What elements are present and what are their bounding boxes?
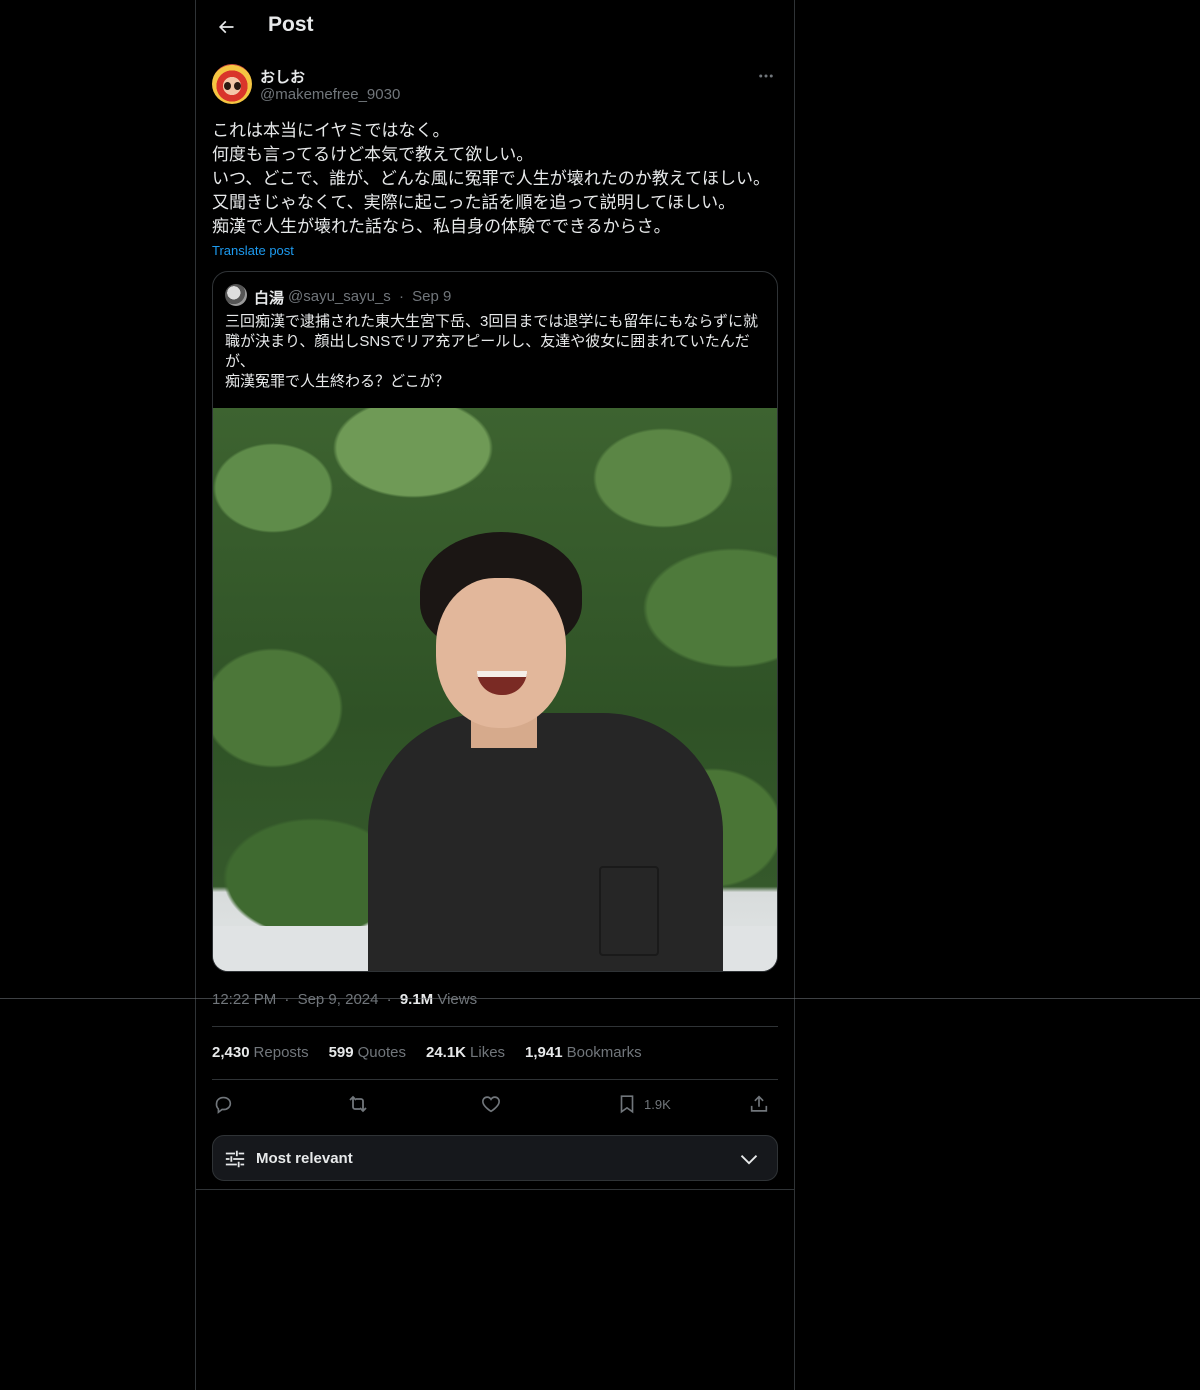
divider xyxy=(196,1189,794,1190)
post-meta: 12:22 PM · Sep 9, 2024 · 9.1M Views xyxy=(212,991,477,1008)
stat-label: Quotes xyxy=(357,1044,406,1061)
quoted-handle: @sayu_sayu_s xyxy=(288,288,391,305)
stat-label: Likes xyxy=(470,1044,506,1061)
reply-button[interactable] xyxy=(212,1090,234,1118)
reply-icon xyxy=(215,1096,232,1114)
share-icon xyxy=(750,1095,768,1112)
avatar[interactable] xyxy=(212,64,252,104)
stat-number: 1,941 xyxy=(525,1044,563,1061)
stat-label: Reposts xyxy=(253,1044,309,1061)
post-time[interactable]: 12:22 PM xyxy=(212,991,276,1008)
ellipsis-icon xyxy=(759,74,773,78)
stat-number: 599 xyxy=(328,1044,354,1061)
post-header: Post xyxy=(196,0,794,54)
quoted-display-name: 白湯 xyxy=(254,290,285,307)
avatar-eye xyxy=(234,82,241,90)
quoted-photo[interactable] xyxy=(213,408,777,971)
quoted-date: Sep 9 xyxy=(412,288,452,305)
more-options-button[interactable] xyxy=(754,64,778,88)
meta-separator: · xyxy=(284,991,290,1008)
repost-icon xyxy=(349,1095,367,1113)
arrow-left-icon xyxy=(218,20,234,34)
stat-label: Bookmarks xyxy=(566,1044,642,1061)
views-count: 9.1M xyxy=(399,991,434,1008)
quoted-avatar xyxy=(225,284,247,306)
stat-number: 24.1K xyxy=(425,1044,467,1061)
post-author: おしお @makemefree_9030 xyxy=(212,64,778,106)
quotes-stat[interactable]: 599 Quotes xyxy=(329,1044,406,1061)
action-bar: 1.9K xyxy=(212,1090,778,1118)
bookmarks-stat[interactable]: 1,941 Bookmarks xyxy=(525,1044,642,1061)
bookmark-icon xyxy=(620,1095,634,1114)
views-label: Views xyxy=(437,991,478,1008)
repost-button[interactable] xyxy=(346,1090,370,1118)
photo-shirt xyxy=(368,713,723,971)
reposts-stat[interactable]: 2,430 Reposts xyxy=(212,1044,309,1061)
like-button[interactable] xyxy=(480,1090,502,1118)
share-button[interactable] xyxy=(748,1090,770,1118)
translate-post-link[interactable]: Translate post xyxy=(212,243,294,258)
author-display-name[interactable]: おしお xyxy=(260,66,305,87)
divider xyxy=(212,1079,778,1080)
meta-separator: · xyxy=(386,991,392,1008)
quoted-post[interactable]: 白湯 @sayu_sayu_s · Sep 9 三回痴漢で逮捕された東大生宮下岳… xyxy=(212,271,778,972)
sliders-icon xyxy=(225,1150,245,1168)
post-text: これは本当にイヤミではなく。 何度も言ってるけど本気で教えて欲しい。 いつ、どこ… xyxy=(212,121,770,236)
overlay-line xyxy=(0,998,1200,999)
engagement-stats: 2,430 Reposts 599 Quotes 24.1K Likes 1,941 B… xyxy=(212,1044,642,1061)
heart-icon xyxy=(482,1096,500,1113)
reply-sort-dropdown[interactable]: Most relevant xyxy=(212,1135,778,1181)
bookmark-count: 1.9K xyxy=(644,1096,671,1112)
sort-label: Most relevant xyxy=(256,1150,353,1167)
back-button[interactable] xyxy=(208,9,244,45)
likes-stat[interactable]: 24.1K Likes xyxy=(426,1044,505,1061)
author-handle[interactable]: @makemefree_9030 xyxy=(260,86,400,103)
photo-face xyxy=(436,578,566,728)
post-date[interactable]: Sep 9, 2024 xyxy=(298,991,379,1008)
quoted-meta: @sayu_sayu_s · Sep 9 xyxy=(288,288,451,305)
divider xyxy=(212,1026,778,1027)
stat-number: 2,430 xyxy=(212,1044,250,1061)
bookmark-button[interactable]: 1.9K xyxy=(616,1090,671,1118)
meta-separator: · xyxy=(398,288,404,305)
page-title: Post xyxy=(268,13,314,36)
chevron-down-icon xyxy=(740,1155,758,1165)
photo-pocket xyxy=(599,866,659,956)
avatar-eye xyxy=(224,82,231,90)
quoted-text: 三回痴漢で逮捕された東大生宮下岳、3回目までは退学にも留年にもならずに就職が決ま… xyxy=(225,313,759,390)
primary-column: Post おしお @makemefree_9030 これは本当にイヤミではなく。… xyxy=(195,0,795,1390)
